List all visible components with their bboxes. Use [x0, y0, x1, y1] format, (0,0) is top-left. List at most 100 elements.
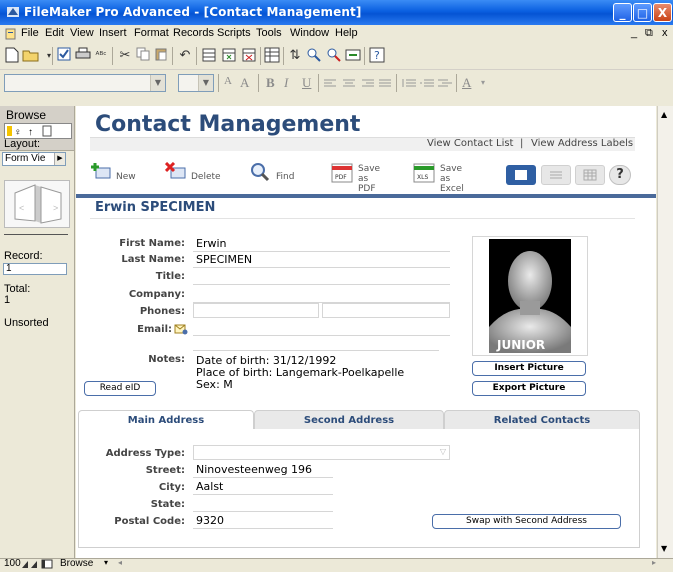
minimize-button[interactable]: _: [613, 3, 632, 22]
list-view-button[interactable]: [541, 165, 571, 185]
align-left-icon[interactable]: [324, 79, 338, 92]
excel-icon: XLS: [412, 162, 436, 184]
line-spacing-icon[interactable]: [402, 79, 416, 92]
form-view-button[interactable]: [506, 165, 536, 185]
city-label: City:: [158, 482, 185, 493]
email-field[interactable]: [193, 320, 450, 336]
photo-frame[interactable]: JUNIOR: [472, 236, 588, 356]
justify-icon[interactable]: [378, 79, 392, 92]
city-field[interactable]: Aalst: [193, 479, 333, 495]
undo-icon[interactable]: ↶: [176, 47, 194, 65]
scroll-right-icon[interactable]: ▸: [652, 558, 656, 567]
email-icon[interactable]: [174, 322, 188, 335]
text-color-button[interactable]: A: [462, 75, 471, 91]
zoom-icons[interactable]: [20, 559, 58, 572]
spellcheck-icon[interactable]: ᴬᴮᶜ: [92, 47, 110, 65]
menu-file[interactable]: File: [21, 27, 39, 39]
maximize-button[interactable]: □: [633, 3, 652, 22]
insert-picture-button[interactable]: Insert Picture: [472, 361, 586, 376]
bottom-status-bar: 100 Browse ▾ ◂ ▸: [0, 558, 673, 570]
header-divider: [76, 194, 656, 198]
menu-tools[interactable]: Tools: [256, 27, 282, 39]
font-name-combo[interactable]: ▼: [4, 74, 166, 92]
mode-icons[interactable]: ♀ ↑: [4, 123, 72, 139]
duplicate-record-icon[interactable]: [220, 47, 238, 65]
open-folder-icon[interactable]: [22, 47, 40, 65]
font-size-combo[interactable]: ▼: [178, 74, 214, 92]
street-field[interactable]: Ninovesteenweg 196: [193, 462, 333, 478]
close-button[interactable]: X: [653, 3, 672, 22]
save-excel-label-line2: as Excel: [440, 174, 464, 194]
menu-insert[interactable]: Insert: [99, 27, 127, 39]
outdent-icon[interactable]: [438, 79, 452, 92]
magnifier-icon: [250, 162, 270, 182]
text-color-dropdown-icon[interactable]: ▾: [474, 74, 492, 92]
child-minimize-button[interactable]: _: [631, 27, 637, 39]
mode-dropdown-icon[interactable]: ▾: [104, 558, 108, 567]
copy-icon[interactable]: [134, 47, 152, 65]
record-book-icon[interactable]: < >: [4, 180, 70, 228]
align-center-icon[interactable]: [342, 79, 356, 92]
underline-button[interactable]: U: [302, 75, 311, 91]
tab-second-address[interactable]: Second Address: [254, 410, 444, 430]
menu-view[interactable]: View: [70, 27, 94, 39]
window-title: FileMaker Pro Advanced - [Contact Manage…: [24, 5, 362, 19]
bold-button[interactable]: B: [266, 75, 275, 91]
scroll-down-icon[interactable]: ▼: [661, 544, 667, 553]
checkbox-icon[interactable]: [55, 47, 73, 65]
increase-font-size-button[interactable]: A: [240, 75, 249, 91]
child-close-button[interactable]: x: [662, 27, 668, 39]
table-view-button[interactable]: [575, 165, 605, 185]
menu-format[interactable]: Format: [134, 27, 169, 39]
scroll-up-icon[interactable]: ▲: [661, 110, 667, 119]
postal-code-field[interactable]: 9320: [193, 513, 333, 529]
status-area: Browse ♀ ↑ Layout: Form Vie ▶ < > Record: …: [0, 106, 75, 558]
first-name-field[interactable]: Erwin: [193, 236, 450, 252]
phone-field-1[interactable]: [193, 303, 319, 318]
menu-records[interactable]: Records: [173, 27, 214, 39]
omit-icon[interactable]: [344, 47, 362, 65]
sort-icon[interactable]: ⇅: [286, 47, 304, 65]
new-file-icon[interactable]: [3, 47, 21, 65]
menu-help[interactable]: Help: [335, 27, 358, 39]
new-record-icon[interactable]: [200, 47, 218, 65]
child-restore-button[interactable]: ⧉: [645, 27, 653, 40]
export-picture-button[interactable]: Export Picture: [472, 381, 586, 396]
view-address-labels-link[interactable]: View Address Labels: [531, 138, 633, 149]
delete-record-icon[interactable]: [240, 47, 258, 65]
table-view-icon[interactable]: [263, 47, 281, 65]
print-icon[interactable]: [74, 47, 92, 65]
menu-window[interactable]: Window: [290, 27, 329, 39]
italic-button[interactable]: I: [284, 75, 288, 91]
read-eid-button[interactable]: Read eID: [84, 381, 156, 396]
notes-field[interactable]: Date of birth: 31/12/1992 Place of birth…: [193, 350, 439, 391]
menu-edit[interactable]: Edit: [45, 27, 64, 39]
align-right-icon[interactable]: [360, 79, 374, 92]
find-arrow-icon[interactable]: [305, 47, 323, 65]
cut-icon[interactable]: ✂: [116, 47, 134, 65]
paste-icon[interactable]: [152, 47, 170, 65]
find-request-icon[interactable]: [325, 47, 343, 65]
zoom-level[interactable]: 100: [4, 558, 21, 569]
vertical-scrollbar[interactable]: ▲ ▼: [657, 106, 673, 558]
mode-status[interactable]: Browse: [60, 558, 93, 569]
record-label: Record:: [4, 250, 43, 262]
scroll-left-icon[interactable]: ◂: [118, 558, 122, 567]
menu-scripts[interactable]: Scripts: [217, 27, 251, 39]
tab-related-contacts[interactable]: Related Contacts: [444, 410, 640, 430]
indent-icon[interactable]: [420, 79, 434, 92]
last-name-field[interactable]: SPECIMEN: [193, 252, 450, 268]
state-field[interactable]: [193, 496, 333, 512]
swap-address-button[interactable]: Swap with Second Address: [432, 514, 621, 529]
company-field[interactable]: [193, 287, 450, 303]
phone-field-2[interactable]: [322, 303, 450, 318]
tab-main-address[interactable]: Main Address: [78, 410, 254, 430]
record-number-field[interactable]: 1: [3, 263, 67, 275]
address-type-dropdown[interactable]: ▽: [193, 445, 450, 460]
title-field[interactable]: [193, 269, 450, 285]
help-button[interactable]: ?: [609, 165, 631, 185]
view-contact-list-link[interactable]: View Contact List: [427, 138, 513, 149]
decrease-font-size-button[interactable]: A: [224, 75, 232, 87]
layout-selector[interactable]: Form Vie ▶: [2, 152, 66, 166]
context-help-icon[interactable]: ?: [368, 47, 386, 65]
